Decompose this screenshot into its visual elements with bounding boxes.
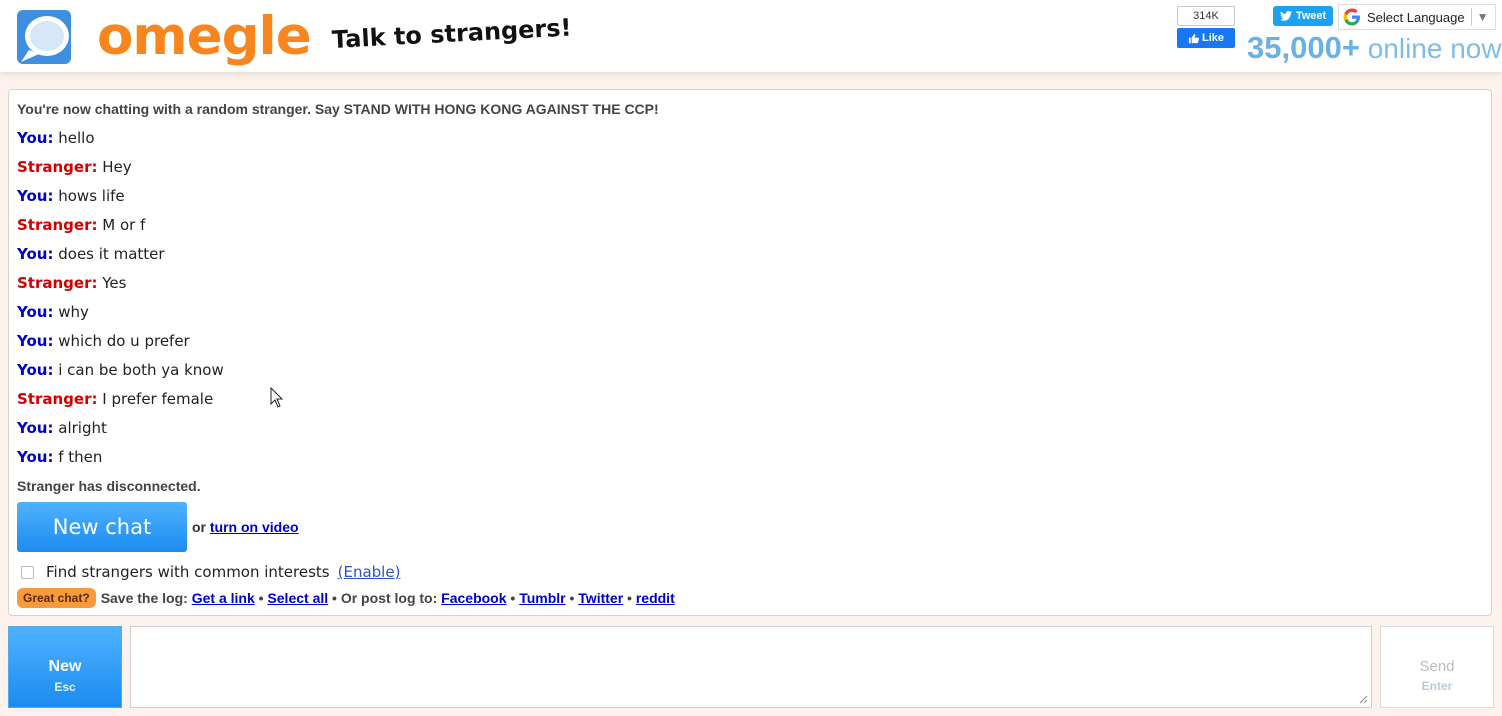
message-sender: You:	[17, 332, 54, 350]
new-chat-button[interactable]: New chat	[17, 502, 187, 552]
bullet: •	[627, 590, 632, 606]
message-text: alright	[58, 419, 107, 437]
chat-intro-status: You're now chatting with a random strang…	[17, 101, 659, 117]
language-select-label: Select Language	[1367, 9, 1465, 25]
header: omegle Talk to strangers! 314K Like Twee…	[0, 0, 1502, 72]
facebook-like-label: Like	[1201, 32, 1224, 44]
common-interests-label: Find strangers with common interests	[46, 563, 330, 581]
facebook-like-button[interactable]: Like	[1177, 28, 1235, 48]
message-sender: Stranger:	[17, 274, 98, 292]
language-divider	[1470, 8, 1472, 26]
message-text: which do u prefer	[58, 332, 190, 350]
message-sender: You:	[17, 245, 54, 263]
twitter-bird-icon	[1279, 11, 1292, 21]
online-count-number: 35,000+	[1247, 30, 1360, 65]
send-button-label: Send	[1419, 658, 1455, 675]
bullet: •	[258, 590, 264, 606]
message-sender: You:	[17, 448, 54, 466]
send-button-shortcut: Enter	[1421, 679, 1453, 693]
omegle-logo-icon	[17, 10, 71, 64]
google-g-icon	[1343, 8, 1360, 26]
video-option: or turn on video	[192, 519, 299, 535]
message-input[interactable]	[130, 626, 1372, 708]
tweet-label: Tweet	[1295, 10, 1327, 22]
message-sender: You:	[17, 303, 54, 321]
bullet: •	[510, 590, 516, 606]
chat-message: You: which do u prefer	[17, 332, 190, 350]
get-link-link[interactable]: Get a link	[192, 590, 255, 606]
chat-log: You're now chatting with a random strang…	[8, 89, 1492, 616]
save-log-row: Great chat? Save the log: Get a link • S…	[17, 588, 675, 608]
message-text: M or f	[102, 216, 146, 234]
chat-message: You: i can be both ya know	[17, 361, 224, 379]
disconnected-status: Stranger has disconnected.	[17, 478, 201, 494]
message-text: f then	[58, 448, 103, 466]
twitter-link[interactable]: Twitter	[578, 590, 623, 606]
chat-message: You: does it matter	[17, 245, 165, 263]
message-text: does it matter	[58, 245, 165, 263]
tagline: Talk to strangers!	[331, 13, 573, 54]
message-sender: You:	[17, 419, 54, 437]
chat-message: Stranger: Hey	[17, 158, 132, 176]
facebook-like-count: 314K	[1177, 6, 1235, 26]
message-text: why	[58, 303, 89, 321]
bullet: •	[332, 590, 337, 606]
chat-message: You: f then	[17, 448, 102, 466]
message-text: I prefer female	[102, 390, 214, 408]
message-sender: You:	[17, 361, 54, 379]
message-text: hello	[58, 129, 95, 147]
enable-interests-link[interactable]: (Enable)	[338, 563, 401, 581]
mouse-pointer-icon	[270, 387, 284, 408]
turn-on-video-link[interactable]: turn on video	[210, 519, 299, 535]
message-text: i can be both ya know	[58, 361, 224, 379]
online-count-label: online now	[1367, 33, 1502, 64]
message-sender: You:	[17, 187, 54, 205]
chat-message: Stranger: Yes	[17, 274, 126, 292]
message-sender: Stranger:	[17, 390, 98, 408]
send-button[interactable]: Send Enter	[1380, 626, 1494, 708]
common-interests-checkbox[interactable]	[21, 565, 34, 579]
online-count: 35,000+ online now	[1247, 30, 1502, 66]
message-sender: Stranger:	[17, 158, 98, 176]
tweet-button[interactable]: Tweet	[1273, 6, 1333, 26]
message-text: hows life	[58, 187, 125, 205]
chat-message: You: hello	[17, 129, 95, 147]
chevron-down-icon: ▼	[1476, 10, 1489, 24]
message-text: Yes	[102, 274, 127, 292]
chat-message: You: why	[17, 303, 89, 321]
save-log-text: Save the log:	[100, 590, 188, 606]
bullet: •	[569, 590, 575, 606]
omegle-logo[interactable]: omegle	[15, 6, 312, 70]
message-sender: Stranger:	[17, 216, 98, 234]
thumbs-up-icon	[1188, 33, 1199, 43]
select-all-link[interactable]: Select all	[267, 590, 328, 606]
common-interests-row: Find strangers with common interests (En…	[21, 563, 400, 581]
chat-message: Stranger: I prefer female	[17, 390, 213, 408]
logo-wordmark: omegle	[97, 6, 312, 67]
new-stop-button[interactable]: New Esc	[8, 626, 122, 708]
message-sender: You:	[17, 129, 54, 147]
message-text: Hey	[102, 158, 132, 176]
language-select[interactable]: Select Language ▼	[1338, 4, 1496, 30]
facebook-link[interactable]: Facebook	[441, 590, 506, 606]
resize-grip-icon[interactable]	[1358, 694, 1368, 704]
new-button-label: New	[48, 658, 82, 675]
new-button-shortcut: Esc	[54, 680, 76, 694]
chat-message: You: hows life	[17, 187, 125, 205]
post-log-text: Or post log to:	[340, 590, 438, 606]
great-chat-badge: Great chat?	[17, 588, 96, 608]
facebook-like-widget[interactable]: 314K Like	[1177, 6, 1235, 48]
or-text: or	[192, 519, 206, 535]
tumblr-link[interactable]: Tumblr	[519, 590, 565, 606]
chat-message: Stranger: M or f	[17, 216, 145, 234]
chat-message: You: alright	[17, 419, 107, 437]
reddit-link[interactable]: reddit	[636, 590, 675, 606]
